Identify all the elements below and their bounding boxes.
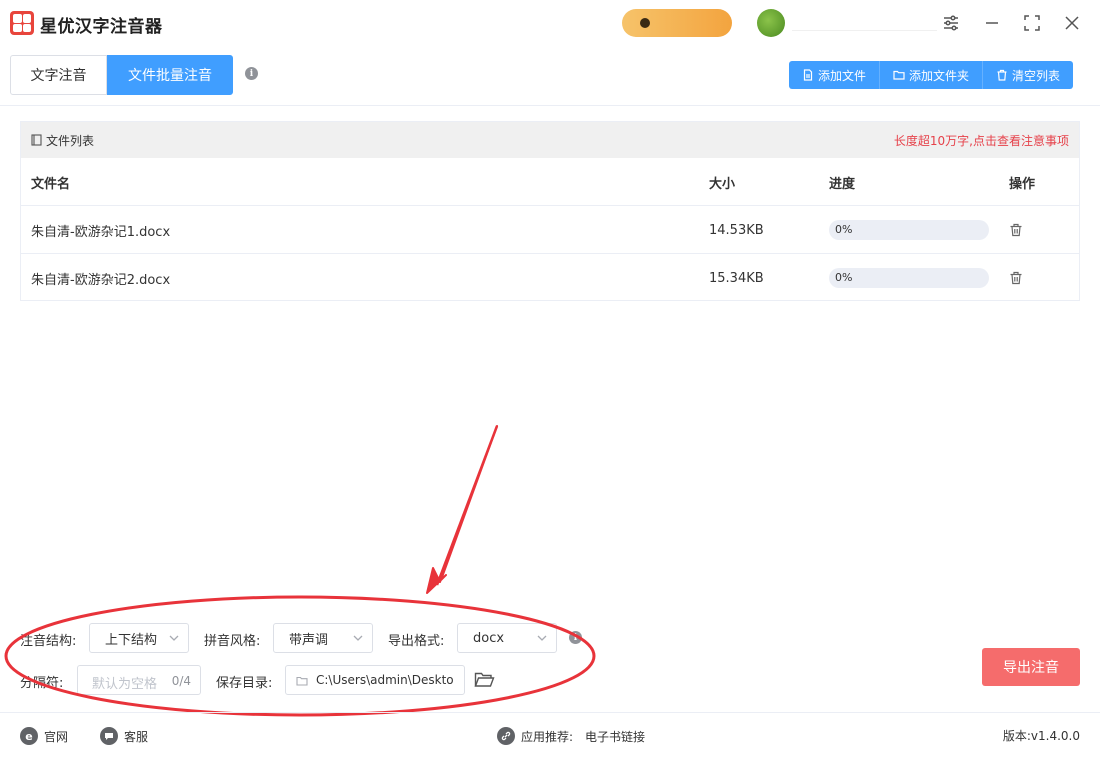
open-folder-icon[interactable] — [474, 671, 495, 689]
separator-label: 分隔符: — [20, 676, 64, 691]
minimize-icon[interactable] — [979, 10, 1005, 36]
structure-select[interactable]: 上下结构 — [89, 623, 189, 653]
chevron-down-icon — [169, 635, 179, 641]
column-header-action: 操作 — [1009, 176, 1036, 192]
app-title: 星优汉字注音器 — [40, 17, 163, 37]
delete-icon[interactable] — [1009, 271, 1023, 285]
trash-icon — [997, 69, 1007, 81]
file-list-header: 文件列表 长度超10万字,点击查看注意事项 — [21, 122, 1079, 158]
file-name: 朱自清-欧游杂记2.docx — [31, 272, 171, 288]
add-file-label: 添加文件 — [818, 68, 867, 83]
style-label: 拼音风格: — [204, 634, 261, 649]
column-header-name: 文件名 — [31, 176, 71, 192]
clear-list-button[interactable]: 清空列表 — [983, 61, 1074, 89]
website-link[interactable]: e 官网 — [20, 727, 68, 745]
chevron-down-icon — [353, 635, 363, 641]
table-header: 文件名 大小 进度 操作 — [21, 158, 1079, 206]
divider — [0, 105, 1100, 106]
annotation-arrow — [426, 425, 498, 594]
annotation-ellipse — [4, 595, 596, 717]
support-label: 客服 — [124, 729, 149, 744]
website-label: 官网 — [44, 729, 69, 744]
annotation-arrow-shaft — [435, 425, 499, 586]
export-format-select[interactable]: docx — [457, 623, 557, 653]
save-dir-value: C:\Users\admin\Deskto — [316, 673, 454, 687]
export-button[interactable]: 导出注音 — [982, 648, 1080, 686]
progress-bar: 0% — [829, 268, 989, 288]
separator-count: 0/4 — [171, 674, 191, 688]
progress-text: 0% — [835, 271, 853, 284]
file-name: 朱自清-欧游杂记1.docx — [31, 224, 171, 240]
version-text: 版本:v1.4.0.0 — [1002, 729, 1080, 743]
link-icon — [497, 727, 515, 745]
tab-text-annotation[interactable]: 文字注音 — [10, 55, 107, 95]
browser-icon: e — [20, 727, 38, 745]
file-toolbar: 添加文件 添加文件夹 清空列表 — [789, 61, 1074, 89]
table-row: 朱自清-欧游杂记1.docx 14.53KB 0% — [21, 206, 1079, 254]
file-icon — [803, 69, 813, 81]
recommend-item: 应用推荐: 电子书链接 — [497, 727, 645, 745]
add-folder-button[interactable]: 添加文件夹 — [880, 61, 984, 89]
avatar[interactable] — [757, 9, 785, 37]
save-dir-input[interactable]: C:\Users\admin\Deskto — [285, 665, 465, 695]
pinyin-style-select[interactable]: 带声调 — [273, 623, 373, 653]
structure-value: 上下结构 — [105, 632, 158, 648]
column-header-size: 大小 — [709, 176, 736, 192]
app-logo-icon — [10, 11, 34, 35]
folder-icon — [296, 676, 308, 686]
info-icon[interactable]: i — [569, 631, 582, 644]
file-list-title: 文件列表 — [46, 133, 95, 148]
ebook-link[interactable]: 电子书链接 — [585, 728, 645, 745]
structure-label: 注音结构: — [20, 634, 77, 649]
add-folder-label: 添加文件夹 — [909, 68, 970, 83]
progress-bar: 0% — [829, 220, 989, 240]
file-list-panel: 文件列表 长度超10万字,点击查看注意事项 文件名 大小 进度 操作 朱自清-欧… — [20, 121, 1080, 301]
format-value: docx — [473, 630, 505, 646]
file-size: 15.34KB — [709, 270, 764, 286]
support-link[interactable]: 客服 — [100, 727, 148, 745]
separator-placeholder: 默认为空格 — [92, 677, 158, 692]
recommend-label: 应用推荐: — [521, 729, 574, 744]
tab-batch-file-annotation[interactable]: 文件批量注音 — [107, 55, 233, 95]
list-icon — [31, 134, 42, 146]
settings-sliders-icon[interactable] — [938, 10, 964, 36]
vip-badge[interactable] — [622, 9, 732, 37]
add-file-button[interactable]: 添加文件 — [789, 61, 881, 89]
info-icon[interactable]: i — [245, 67, 258, 80]
style-value: 带声调 — [289, 632, 329, 648]
close-icon[interactable] — [1059, 10, 1085, 36]
length-warning-link[interactable]: 长度超10万字,点击查看注意事项 — [894, 132, 1069, 149]
title-bar: 星优汉字注音器 — [0, 0, 1100, 48]
separator-input[interactable]: 默认为空格 0/4 — [77, 665, 201, 695]
fullscreen-icon[interactable] — [1019, 10, 1045, 36]
column-header-progress: 进度 — [829, 176, 856, 192]
mode-tabs: 文字注音 文件批量注音 — [10, 55, 233, 95]
save-dir-label: 保存目录: — [216, 676, 273, 691]
progress-text: 0% — [835, 223, 853, 236]
chat-icon — [100, 727, 118, 745]
user-name — [792, 15, 937, 31]
format-label: 导出格式: — [388, 634, 445, 649]
chevron-down-icon — [537, 635, 547, 641]
clear-list-label: 清空列表 — [1012, 68, 1061, 83]
file-size: 14.53KB — [709, 222, 764, 238]
folder-icon — [893, 70, 905, 80]
footer: e 官网 客服 应用推荐: 电子书链接 版本:v1.4.0.0 — [0, 713, 1100, 760]
delete-icon[interactable] — [1009, 223, 1023, 237]
table-row: 朱自清-欧游杂记2.docx 15.34KB 0% — [21, 254, 1079, 302]
